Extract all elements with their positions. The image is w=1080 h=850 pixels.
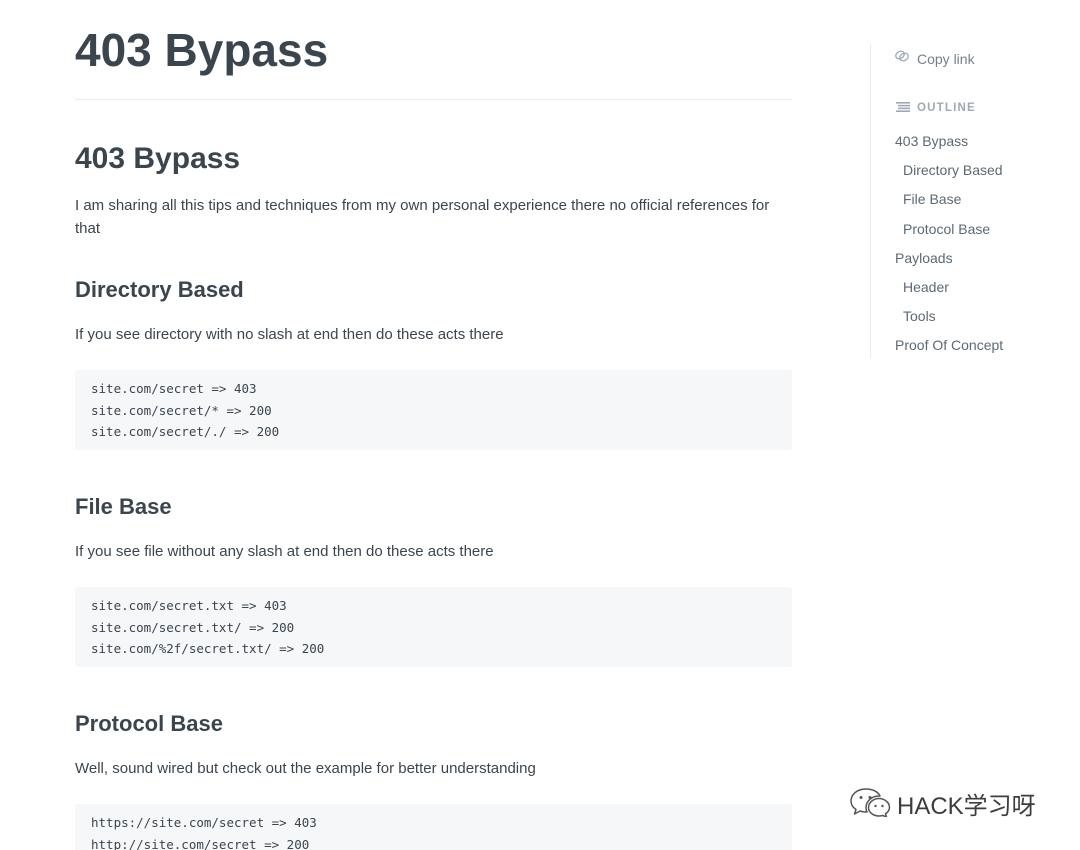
link-icon xyxy=(894,49,910,68)
code-line: site.com/%2f/secret.txt/ => 200 xyxy=(91,641,325,656)
outline-label: OUTLINE xyxy=(917,102,976,114)
code-line: site.com/secret/./ => 200 xyxy=(91,424,280,439)
section-heading-file-base: File Base xyxy=(75,494,172,519)
code-line: site.com/secret => 403 xyxy=(91,381,257,396)
intro-paragraph: I am sharing all this tips and technique… xyxy=(75,197,770,237)
page-title: 403 Bypass xyxy=(75,24,329,76)
protocol-paragraph: Well, sound wired but check out the exam… xyxy=(75,760,536,777)
outline-list: 403 Bypass Directory Based File Base Pro… xyxy=(895,127,1003,361)
outline-list-icon xyxy=(896,99,910,117)
outline-item-directory-based[interactable]: Directory Based xyxy=(895,156,1003,185)
outline-item-payloads[interactable]: Payloads xyxy=(895,244,1003,273)
copy-link-label: Copy link xyxy=(917,50,975,67)
code-block-protocol[interactable]: https://site.com/secret => 403 http://si… xyxy=(75,804,792,850)
copy-link-button[interactable]: Copy link xyxy=(894,49,975,68)
section-heading-directory-based: Directory Based xyxy=(75,277,244,302)
title-divider xyxy=(75,99,792,100)
outline-item-proof-of-concept[interactable]: Proof Of Concept xyxy=(895,331,1003,360)
code-line: site.com/secret.txt => 403 xyxy=(91,598,287,613)
code-line: site.com/secret.txt/ => 200 xyxy=(91,619,295,635)
outline-item-tools[interactable]: Tools xyxy=(895,302,1003,331)
code-block-directory[interactable]: site.com/secret => 403 site.com/secret/*… xyxy=(75,370,792,450)
code-line: https://site.com/secret => 403 xyxy=(91,815,317,830)
watermark-text: HACK学习呀 xyxy=(897,793,1036,820)
code-block-file[interactable]: site.com/secret.txt => 403 site.com/secr… xyxy=(75,587,792,667)
file-paragraph: If you see file without any slash at end… xyxy=(75,543,494,560)
section-heading-403-bypass: 403 Bypass xyxy=(75,142,241,175)
outline-header: OUTLINE xyxy=(896,99,976,117)
section-heading-protocol-base: Protocol Base xyxy=(75,711,223,736)
wechat-icon xyxy=(849,785,891,822)
outline-item-403-bypass[interactable]: 403 Bypass xyxy=(895,127,1003,156)
watermark: HACK学习呀 xyxy=(849,785,1036,822)
code-line: site.com/secret/* => 200 xyxy=(91,402,272,418)
code-line: http://site.com/secret => 200 xyxy=(91,836,310,850)
outline-item-file-base[interactable]: File Base xyxy=(895,185,1003,214)
right-sidebar: Copy link OUTLINE 403 Bypass Directory B… xyxy=(870,44,1041,358)
directory-paragraph: If you see directory with no slash at en… xyxy=(75,326,504,343)
outline-item-header[interactable]: Header xyxy=(895,273,1003,302)
outline-item-protocol-base[interactable]: Protocol Base xyxy=(895,215,1003,244)
